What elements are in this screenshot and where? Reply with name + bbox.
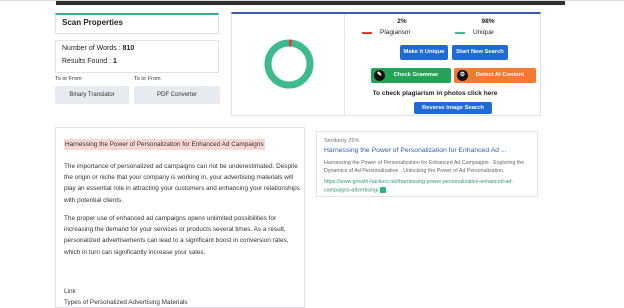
- unique-percent: 98%: [481, 18, 495, 25]
- similarity-percent: Similarity 25%: [324, 138, 360, 144]
- pdf-converter-button[interactable]: PDF Converter: [134, 86, 220, 104]
- scan-properties-header: Scan Properties: [55, 13, 219, 34]
- copy-icon[interactable]: [380, 186, 387, 193]
- types-heading: Types of Personalized Advertising Materi…: [64, 299, 188, 306]
- reverse-image-search-button[interactable]: Reverse Image Search: [414, 102, 492, 114]
- paragraph-1: The importance of personalized ad campai…: [64, 163, 300, 204]
- similarity-url[interactable]: https://www.growth-hackers.net/harnessin…: [324, 179, 534, 194]
- photo-plagiarism-link[interactable]: To check plagiarism in photos click here: [345, 90, 525, 97]
- plagiarism-percent: 2%: [397, 18, 407, 25]
- make-unique-button[interactable]: Make it Unique: [400, 45, 448, 60]
- unique-swatch: [455, 31, 465, 34]
- plagiarism-legend: Plagiarism: [362, 29, 410, 36]
- binary-translator-button[interactable]: Binary Translator: [55, 86, 129, 104]
- ai-icon: ⚙: [457, 70, 468, 81]
- similarity-result-card: Similarity 25% Harnessing the Power of P…: [316, 131, 538, 197]
- scan-properties-title: Scan Properties: [62, 18, 123, 27]
- similarity-snippet: Harnessing the Power of Personalization …: [324, 160, 525, 174]
- header-bar: [56, 1, 565, 5]
- word-count-value: 810: [122, 45, 135, 52]
- results-panel: 2% 98% Plagiarism Unique: [231, 12, 541, 116]
- start-new-search-button[interactable]: Start New Search: [452, 45, 508, 60]
- word-count: Number of Words : 810: [62, 45, 135, 52]
- detect-ai-content-button[interactable]: ⚙ Detect AI Content: [454, 68, 536, 83]
- check-grammar-button[interactable]: ✎ Check Grammar: [371, 68, 451, 83]
- plagiarism-donut-chart: [264, 39, 314, 89]
- paragraph-2: The proper use of enhanced ad campaigns …: [64, 215, 289, 256]
- scan-stats-card: Number of Words : 810 Results Found : 1: [55, 40, 219, 73]
- link-label: Link: [64, 288, 76, 295]
- top-border: [0, 0, 624, 5]
- unique-ring: [264, 39, 314, 89]
- similarity-title-link[interactable]: Harnessing the Power of Personalization …: [324, 147, 507, 154]
- unique-legend: Unique: [455, 29, 494, 36]
- results-found: Results Found : 1: [62, 58, 117, 65]
- plagiarism-swatch: [362, 31, 372, 34]
- grammar-icon: ✎: [374, 70, 385, 81]
- content-text-panel: Harnessing the Power of Personalization …: [55, 127, 305, 308]
- to-or-from-label-1: To or From: [55, 76, 82, 82]
- results-found-value: 1: [112, 58, 117, 65]
- highlighted-heading: Harnessing the Power of Personalization …: [64, 139, 265, 150]
- to-or-from-label-2: To or From: [134, 76, 161, 82]
- results-divider: [344, 14, 345, 116]
